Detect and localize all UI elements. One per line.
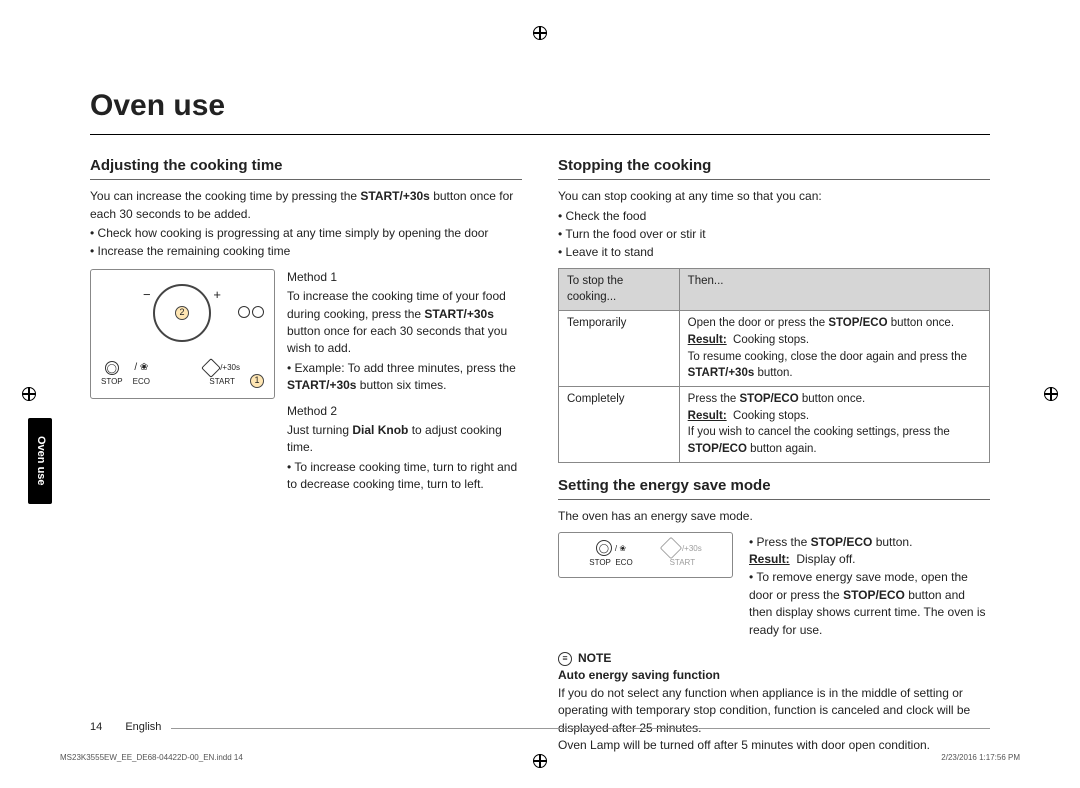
small-icons [238,306,264,318]
heading-stopping: Stopping the cooking [558,155,990,181]
print-timestamp: 2/23/2016 1:17:56 PM [941,752,1020,764]
start-icon-dim: /+30s START [663,540,702,569]
page-title: Oven use [90,84,990,135]
footer-rule [171,728,990,729]
start-icon [201,358,221,378]
stop-button-icon: ◯ STOP [101,361,123,388]
methods-text: Method 1 To increase the cooking time of… [287,269,522,495]
energy-bullets: Press the STOP/ECO button. Result: Displ… [749,532,990,640]
dial-knob-icon: − + 2 [153,284,211,342]
method1-example: Example: To add three minutes, press the… [287,360,522,395]
energy-intro: The oven has an energy save mode. [558,508,990,525]
stop-table: To stop the cooking... Then... Temporari… [558,268,990,463]
side-tab: Oven use [28,418,52,504]
note-icon: ≡ [558,652,572,666]
dish-icon [238,306,250,318]
table-row: Completely Press the STOP/ECO button onc… [559,386,990,462]
method1-title: Method 1 [287,269,522,286]
heading-energy: Setting the energy save mode [558,475,990,501]
timer-icon [252,306,264,318]
table-row: Temporarily Open the door or press the S… [559,311,990,387]
page-content: Oven use Adjusting the cooking time You … [0,0,1080,784]
stop-intro: You can stop cooking at any time so that… [558,188,990,205]
note-subtitle: Auto energy saving function [558,668,720,682]
note-header: ≡ NOTE [558,650,990,667]
start-button-icon: /+30s START [204,361,240,388]
th-to-stop: To stop the cooking... [559,268,680,310]
start-icon [660,537,683,560]
method2-title: Method 2 [287,403,522,420]
right-column: Stopping the cooking You can stop cookin… [558,149,990,755]
stop-bullets: Check the food Turn the food over or sti… [558,208,990,262]
stop-icon: ◯ [596,540,612,556]
crop-mark-right [1044,387,1058,401]
method2-bullet: To increase cooking time, turn to right … [287,459,522,494]
adjust-bullets: Check how cooking is progressing at any … [90,225,522,261]
stop-eco-icon: ◯/ ❀ STOP ECO [589,540,632,569]
left-column: Adjusting the cooking time You can incre… [90,149,522,755]
footer-lang: English [125,720,161,736]
adjust-intro: You can increase the cooking time by pre… [90,188,522,223]
control-diagram: − + 2 ◯ STOP / ❀ [90,269,275,399]
button-panel-diagram: ◯/ ❀ STOP ECO /+30s START [558,532,733,578]
print-filename: MS23K3555EW_EE_DE68-04422D-00_EN.indd 14 [60,752,243,764]
callout-2: 2 [175,306,189,320]
method2-body: Just turning Dial Knob to adjust cooking… [287,422,522,457]
heading-adjusting: Adjusting the cooking time [90,155,522,181]
page-number: 14 [90,720,102,736]
page-footer: 14 English [90,720,990,736]
crop-mark-top [533,26,547,40]
crop-mark-left [22,387,36,401]
eco-button-icon: / ❀ ECO [133,361,150,388]
th-then: Then... [679,268,989,310]
callout-1: 1 [250,374,264,388]
print-footer: MS23K3555EW_EE_DE68-04422D-00_EN.indd 14… [60,752,1020,764]
method1-body: To increase the cooking time of your foo… [287,288,522,358]
stop-icon: ◯ [105,361,119,375]
